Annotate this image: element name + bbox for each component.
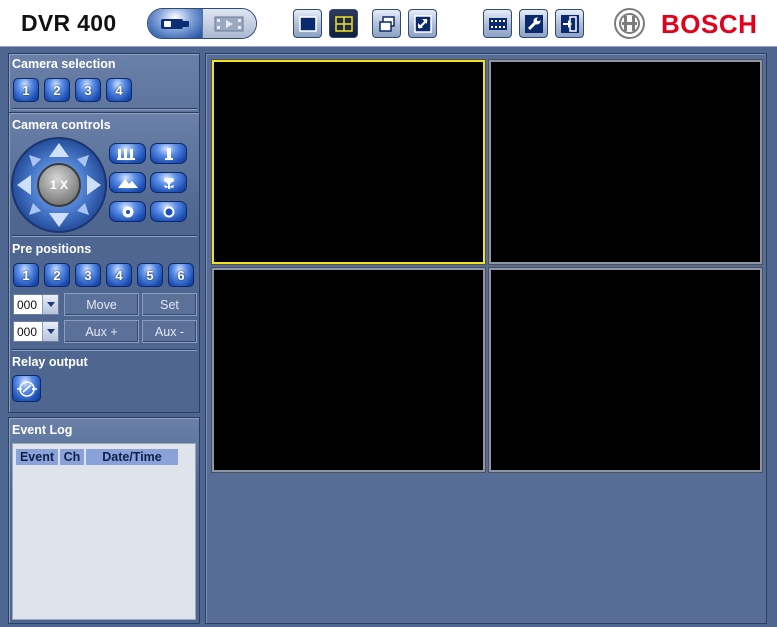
chevron-down-icon[interactable] [42, 322, 58, 341]
iris-close-button[interactable] [109, 201, 146, 222]
camera-controls-title: Camera controls [12, 118, 111, 132]
iris-open-button[interactable] [150, 201, 187, 222]
camera-4-button[interactable]: 4 [106, 78, 132, 102]
preset-1-button[interactable]: 1 [13, 263, 39, 287]
zoom-wide-icon [116, 148, 135, 160]
preset-2-button[interactable]: 2 [44, 263, 70, 287]
logout-button[interactable] [555, 9, 584, 38]
ptz-joystick[interactable]: 1 X [11, 137, 107, 233]
relay-output-title: Relay output [12, 355, 88, 369]
focus-near-button[interactable] [150, 172, 187, 193]
iris-large-icon [163, 206, 174, 217]
view-mode-toggle [147, 8, 257, 39]
video-display-area [205, 53, 767, 624]
fullscreen-icon [413, 14, 432, 33]
event-log-list[interactable]: Event Ch Date/Time [12, 443, 196, 620]
zoom-out-button[interactable] [109, 143, 146, 164]
divider [12, 108, 197, 110]
preset-5-button[interactable]: 5 [137, 263, 163, 287]
video-tile-1[interactable] [212, 60, 485, 264]
video-tile-2[interactable] [489, 60, 762, 264]
quad-view-icon [334, 15, 353, 32]
live-view-button[interactable] [148, 9, 202, 38]
camera-1-button[interactable]: 1 [13, 78, 39, 102]
aux-select[interactable]: 000 [13, 321, 59, 342]
position-select[interactable]: 000 [13, 294, 59, 315]
app-title: DVR 400 [21, 10, 117, 36]
move-button[interactable]: Move [64, 293, 139, 316]
header-bar: DVR 400 BOSCH [0, 0, 777, 47]
divider [12, 349, 197, 351]
playback-button[interactable] [201, 9, 256, 38]
column-header-datetime[interactable]: Date/Time [86, 449, 178, 465]
video-tile-4[interactable] [489, 268, 762, 472]
bosch-emblem-icon [614, 8, 645, 39]
pre-positions-title: Pre positions [12, 242, 92, 256]
multi-window-button[interactable] [372, 9, 401, 38]
aux-plus-button[interactable]: Aux + [64, 320, 139, 343]
zoom-in-button[interactable] [150, 143, 187, 164]
camera-icon [160, 18, 189, 29]
quad-view-button[interactable] [329, 9, 358, 38]
single-view-button[interactable] [293, 9, 322, 38]
set-button[interactable]: Set [142, 293, 197, 316]
film-icon [214, 16, 244, 31]
camera-selection-title: Camera selection [12, 57, 116, 71]
preset-3-button[interactable]: 3 [75, 263, 101, 287]
wrench-icon [524, 14, 543, 33]
mountain-icon [117, 178, 138, 188]
camera-2-button[interactable]: 2 [44, 78, 70, 102]
relay-icon [16, 380, 37, 397]
zoom-level-indicator: 1 X [37, 163, 81, 207]
single-view-icon [298, 15, 317, 32]
focus-far-button[interactable] [109, 172, 146, 193]
aux-minus-button[interactable]: Aux - [142, 320, 197, 343]
camera-controls-panel: Camera controls 1 X Pre positions 1 2 3 … [8, 112, 200, 413]
multi-window-icon [378, 15, 395, 32]
chevron-down-icon[interactable] [42, 295, 58, 314]
position-select-value: 000 [17, 297, 38, 312]
column-header-event[interactable]: Event [16, 449, 58, 465]
exit-door-icon [560, 14, 579, 33]
column-header-channel[interactable]: Ch [60, 449, 84, 465]
event-log-panel: Event Log Event Ch Date/Time [8, 417, 200, 624]
iris-small-icon [122, 206, 133, 217]
export-button[interactable] [483, 9, 512, 38]
settings-button[interactable] [519, 9, 548, 38]
preset-6-button[interactable]: 6 [168, 263, 194, 287]
preset-4-button[interactable]: 4 [106, 263, 132, 287]
fullscreen-button[interactable] [408, 9, 437, 38]
camera-3-button[interactable]: 3 [75, 78, 101, 102]
video-tile-3[interactable] [212, 268, 485, 472]
relay-output-button[interactable] [12, 375, 41, 402]
aux-select-value: 000 [17, 324, 38, 339]
divider [12, 235, 197, 237]
flower-icon [163, 177, 174, 189]
brand-logo: BOSCH [661, 9, 758, 39]
zoom-tele-icon [164, 147, 173, 160]
export-film-icon [488, 17, 507, 30]
event-log-title: Event Log [12, 423, 73, 437]
